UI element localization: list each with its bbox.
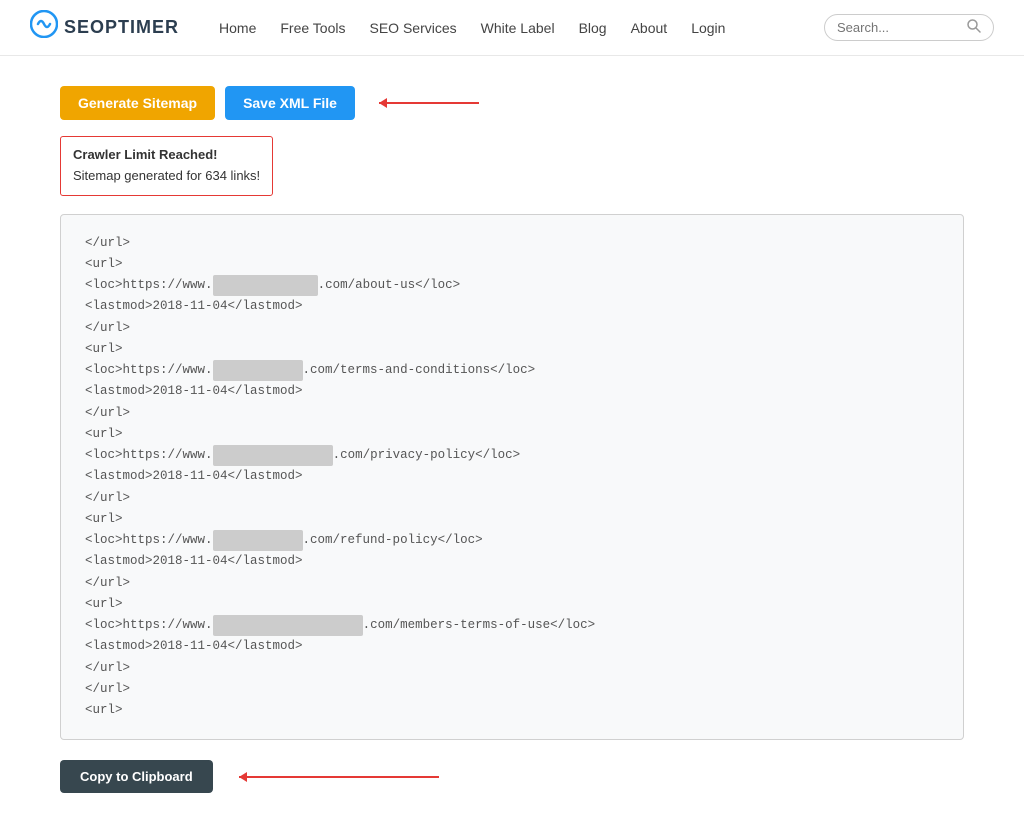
code-line: <url>	[85, 424, 939, 445]
main-nav: Home Free Tools SEO Services White Label…	[219, 20, 824, 36]
logo-text: SEOPTIMER	[64, 17, 179, 38]
code-line: </url>	[85, 403, 939, 424]
nav-about[interactable]: About	[631, 20, 668, 36]
warning-line1: Crawler Limit Reached!	[73, 145, 260, 166]
copy-clipboard-arrow-indicator	[229, 767, 449, 787]
code-line: </url>	[85, 679, 939, 700]
code-line: <lastmod>2018-11-04</lastmod>	[85, 551, 939, 572]
logo-icon	[30, 10, 58, 45]
code-line: <loc>https://www.████████████.com/terms-…	[85, 360, 939, 381]
blurred-domain: ██████████████	[213, 275, 318, 296]
search-submit-button[interactable]	[967, 19, 981, 36]
main-content: Generate Sitemap Save XML File Crawler L…	[0, 56, 1024, 823]
code-line: <loc>https://www.████████████████████.co…	[85, 615, 939, 636]
site-header: SEOPTIMER Home Free Tools SEO Services W…	[0, 0, 1024, 56]
nav-white-label[interactable]: White Label	[481, 20, 555, 36]
code-line: <loc>https://www.████████████.com/refund…	[85, 530, 939, 551]
code-line: <loc>https://www.████████████████.com/pr…	[85, 445, 939, 466]
warning-line2: Sitemap generated for 634 links!	[73, 166, 260, 187]
code-line: <url>	[85, 339, 939, 360]
copy-clipboard-button[interactable]: Copy to Clipboard	[60, 760, 213, 793]
blurred-domain: ████████████	[213, 530, 303, 551]
code-line: </url>	[85, 233, 939, 254]
blurred-domain: ████████████████	[213, 445, 333, 466]
copy-clipboard-row: Copy to Clipboard	[60, 760, 964, 793]
search-box	[824, 14, 994, 41]
code-line: <loc>https://www.██████████████.com/abou…	[85, 275, 939, 296]
code-line: <url>	[85, 254, 939, 275]
save-xml-button[interactable]: Save XML File	[225, 86, 355, 120]
code-line: <url>	[85, 509, 939, 530]
code-line: <lastmod>2018-11-04</lastmod>	[85, 466, 939, 487]
nav-free-tools[interactable]: Free Tools	[280, 20, 345, 36]
code-line: <lastmod>2018-11-04</lastmod>	[85, 381, 939, 402]
code-line: <lastmod>2018-11-04</lastmod>	[85, 296, 939, 317]
code-line: <url>	[85, 700, 939, 721]
nav-seo-services[interactable]: SEO Services	[369, 20, 456, 36]
nav-login[interactable]: Login	[691, 20, 725, 36]
code-line: <url>	[85, 594, 939, 615]
blurred-domain: ████████████	[213, 360, 303, 381]
code-line: </url>	[85, 488, 939, 509]
nav-blog[interactable]: Blog	[579, 20, 607, 36]
code-line: </url>	[85, 658, 939, 679]
logo-link[interactable]: SEOPTIMER	[30, 10, 179, 45]
sitemap-code-display: </url> <url> <loc>https://www.██████████…	[60, 214, 964, 741]
search-input[interactable]	[837, 20, 967, 35]
blurred-domain: ████████████████████	[213, 615, 363, 636]
code-line: <lastmod>2018-11-04</lastmod>	[85, 636, 939, 657]
action-toolbar: Generate Sitemap Save XML File	[60, 86, 964, 120]
warning-box: Crawler Limit Reached! Sitemap generated…	[60, 136, 273, 196]
save-xml-arrow-indicator	[369, 93, 489, 113]
code-line: </url>	[85, 318, 939, 339]
code-line: </url>	[85, 573, 939, 594]
nav-home[interactable]: Home	[219, 20, 256, 36]
generate-sitemap-button[interactable]: Generate Sitemap	[60, 86, 215, 120]
